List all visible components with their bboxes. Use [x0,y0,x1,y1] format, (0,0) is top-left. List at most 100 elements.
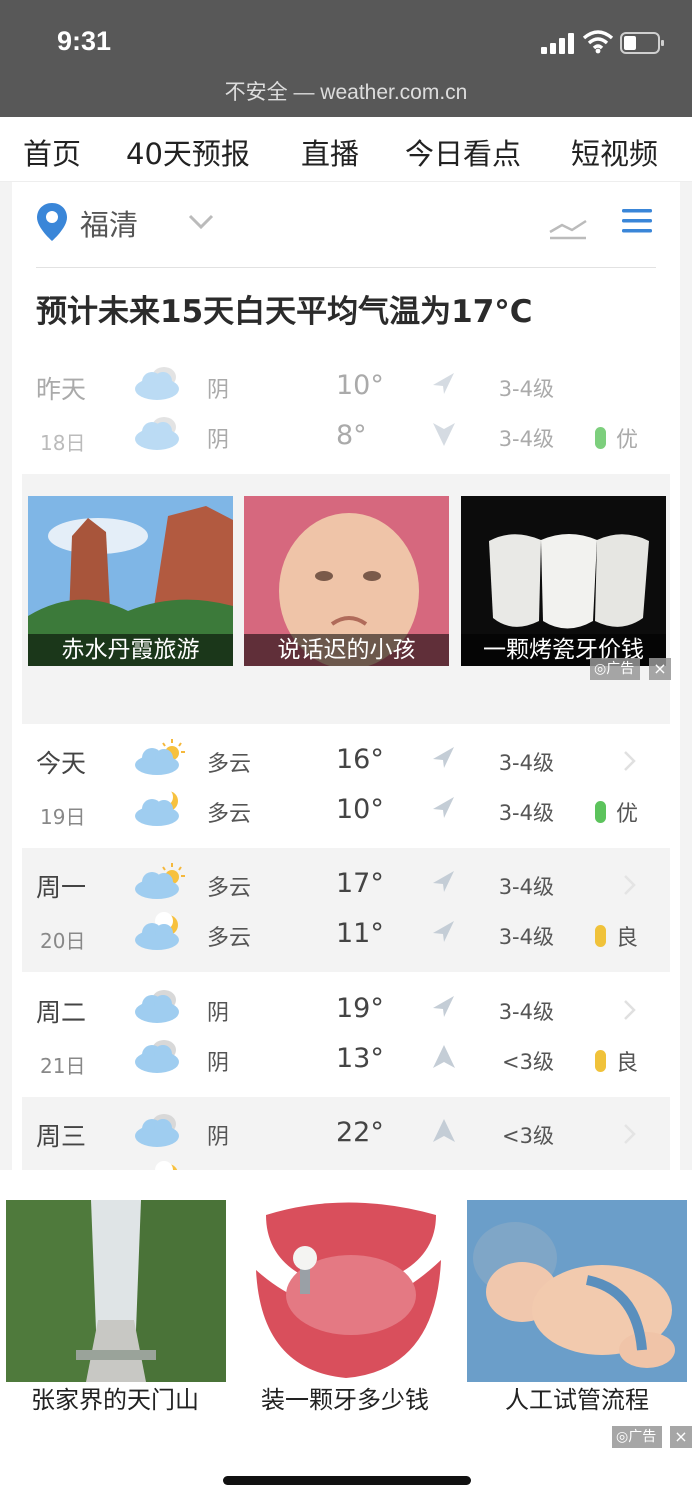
cloudy-icon [135,367,179,400]
ad-label: ◎广告 [612,1426,663,1448]
day-condition: 阴 [207,1001,230,1026]
cloudy-icon [135,1040,179,1073]
ad-close-button[interactable]: × [649,658,671,680]
aqi-indicator [595,427,606,449]
home-indicator[interactable] [223,1476,471,1485]
ad-tile[interactable]: 说话迟的小孩 [244,496,449,666]
bottom-ad-banner: 张家界的天门山 装一颗牙多少钱 人工试管流程 ◎广告 × [0,1170,692,1500]
wind-level-day: 3-4级 [498,875,554,899]
ad-caption: 人工试管流程 [505,1386,649,1414]
day-condition: 多云 [207,876,252,901]
day-date: 19日 [40,805,86,829]
chevron-right-icon [624,751,636,771]
high-temp: 22° [336,1117,384,1148]
low-temp: 8° [336,420,367,451]
day-condition: 阴 [207,378,230,403]
day-date: 21日 [40,1054,86,1078]
wind-level-night: 3-4级 [498,925,554,949]
ad-tile[interactable] [467,1200,687,1382]
forecast-row-wednesday[interactable]: 周三 阴 22° <3级 [22,1097,670,1170]
chevron-right-icon [624,1124,636,1144]
wind-level-night: 3-4级 [498,801,554,825]
forecast-row-tuesday[interactable]: 周二 21日 阴 阴 19° 13° 3-4级 <3级 良 [22,973,670,1097]
ad-tile[interactable]: 一颗烤瓷牙价钱 [461,496,666,666]
day-name: 周三 [36,1122,87,1151]
address-bar[interactable]: 不安全 — weather.com.cn [0,76,692,106]
aqi-label: 良 [616,926,639,951]
ad-info-icon: ◎ [594,661,607,677]
ad-label-text: 广告 [628,1429,657,1445]
night-condition: 阴 [207,1051,230,1076]
partly-cloudy-icon [134,862,186,900]
ad-label: ◎广告 [590,658,641,680]
night-condition: 阴 [207,428,230,453]
forecast-card: 福清 预计未来15天白天平均气温为17°C 昨天 18日 阴 阴 10° 8° … [12,182,680,1170]
forecast-headline: 预计未来15天白天平均气温为17°C [36,294,533,330]
wind-level-day: 3-4级 [498,1000,554,1024]
cellular-signal-icon [541,33,574,54]
clock: 9:31 [57,26,112,56]
low-temp: 13° [336,1043,384,1074]
aqi-label: 良 [616,1051,639,1076]
ad-tile[interactable] [6,1200,226,1382]
divider [36,267,656,268]
high-temp: 17° [336,868,384,899]
partly-cloudy-icon [134,738,186,776]
partly-cloudy-night-icon [135,912,179,950]
chevron-right-icon [624,1000,636,1020]
day-date: 18日 [40,431,86,455]
wind-level-day: 3-4级 [498,377,554,401]
aqi-indicator [595,801,606,823]
night-condition: 多云 [207,926,252,951]
wind-level-day: <3级 [502,1124,554,1148]
aqi-indicator [595,925,606,947]
ad-caption: 装一颗牙多少钱 [261,1386,429,1414]
ad-label-text: 广告 [606,661,635,677]
high-temp: 16° [336,744,384,775]
high-temp: 10° [336,370,384,401]
ad-image-implant [236,1200,456,1382]
low-temp: 10° [336,794,384,825]
ad-info-icon: ◎ [616,1429,629,1445]
forecast-row-yesterday[interactable]: 昨天 18日 阴 阴 10° 8° 3-4级 3-4级 优 [22,350,670,474]
aqi-indicator [595,1050,606,1072]
chevron-right-icon [624,875,636,895]
forecast-row-monday[interactable]: 周一 20日 多云 多云 17° 11° 3-4级 3-4级 良 [22,848,670,972]
cloudy-icon [135,990,179,1023]
low-temp: 11° [336,918,384,949]
forecast-row-today[interactable]: 今天 19日 多云 多云 16° 10° 3-4级 3-4级 优 [22,724,670,848]
wind-level-day: 3-4级 [498,751,554,775]
city-name[interactable]: 福清 [80,202,138,244]
nav-today-highlights[interactable]: 今日看点 [405,131,521,173]
day-name: 昨天 [36,375,87,404]
aqi-label: 优 [616,802,639,827]
ad-caption: 赤水丹霞旅游 [28,634,233,666]
ad-caption: 说话迟的小孩 [244,634,449,666]
location-pin-icon [37,203,67,241]
ad-tile[interactable]: 赤水丹霞旅游 [28,496,233,666]
ad-tile[interactable] [236,1200,456,1382]
day-condition: 阴 [207,1125,230,1150]
aqi-label: 优 [616,428,639,453]
page-content: 福清 预计未来15天白天平均气温为17°C 昨天 18日 阴 阴 10° 8° … [0,182,692,1170]
trend-chart-icon[interactable] [548,218,588,240]
battery-icon [620,32,664,54]
night-condition: 多云 [207,802,252,827]
nav-home[interactable]: 首页 [23,131,81,173]
day-name: 今天 [36,749,87,778]
day-condition: 多云 [207,752,252,777]
menu-icon[interactable] [622,208,652,234]
partly-cloudy-night-icon [135,1161,179,1170]
chevron-down-icon[interactable] [186,212,216,232]
nav-40-day-forecast[interactable]: 40天预报 [126,131,250,173]
ad-image-tianmen [6,1200,226,1382]
location-row: 福清 [36,200,656,250]
cloudy-icon [135,1114,179,1147]
nav-live[interactable]: 直播 [301,131,359,173]
high-temp: 19° [336,993,384,1024]
ad-close-button[interactable]: × [670,1426,692,1448]
partly-cloudy-night-icon [135,788,179,826]
day-name: 周二 [36,998,87,1027]
nav-short-video[interactable]: 短视频 [571,131,658,173]
ad-image-newborn [467,1200,687,1382]
